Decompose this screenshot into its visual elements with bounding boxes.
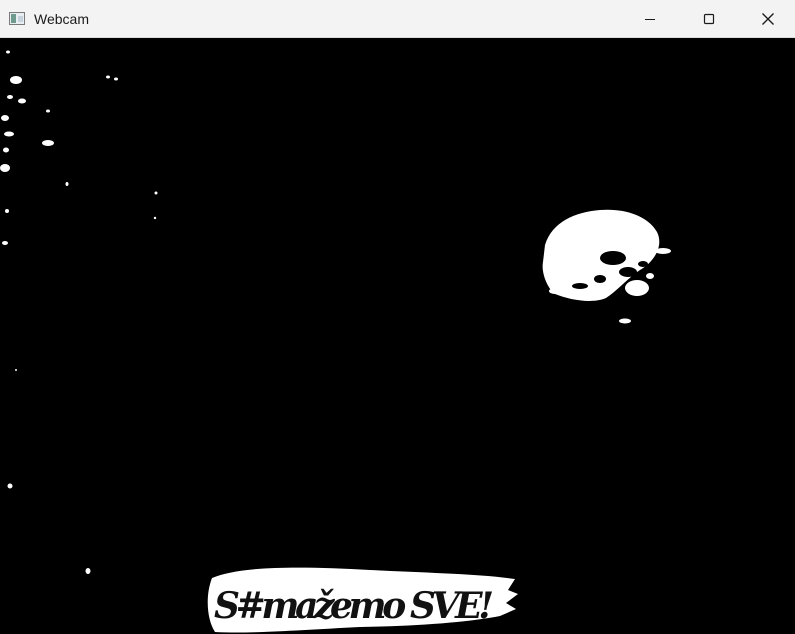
- maximize-button[interactable]: [686, 0, 732, 38]
- minimize-icon: [645, 19, 655, 20]
- minimize-button[interactable]: [627, 0, 673, 38]
- title-bar[interactable]: Webcam: [0, 0, 795, 38]
- webcam-frame: S#mažemo SVE!: [0, 39, 795, 634]
- threshold-image: S#mažemo SVE!: [0, 50, 671, 633]
- maximize-icon: [703, 13, 715, 25]
- watermark-banner: S#mažemo SVE!: [207, 567, 518, 633]
- noise-speckles: [0, 50, 158, 574]
- close-icon: [762, 13, 774, 25]
- bright-blob: [542, 209, 671, 324]
- close-button[interactable]: [745, 0, 791, 38]
- window-title: Webcam: [34, 11, 89, 27]
- banner-text: S#mažemo SVE!: [214, 585, 494, 627]
- app-window-icon: [9, 12, 25, 25]
- webcam-window: Webcam S#mažemo SVE!: [0, 0, 795, 634]
